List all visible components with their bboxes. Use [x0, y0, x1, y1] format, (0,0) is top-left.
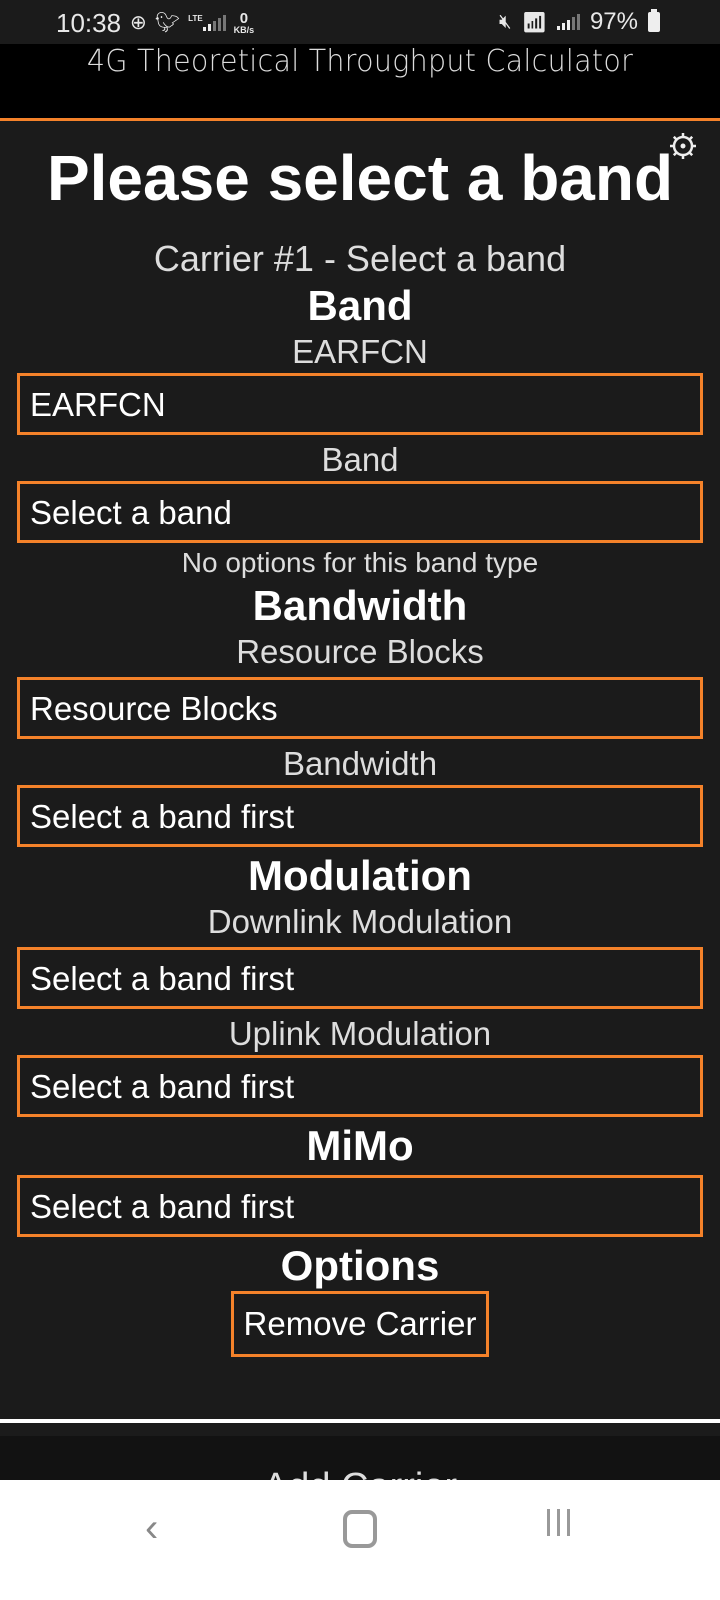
signal-icon [556, 14, 580, 30]
remove-carrier-button[interactable]: Remove Carrier [230, 1291, 490, 1357]
main-content: Please select a band Carrier #1 - Select… [0, 121, 720, 1357]
wifi-icon: 📶︎ [521, 11, 547, 34]
app-header: 4G Theoretical Throughput Calculator [0, 44, 720, 121]
uplink-modulation-label: Uplink Modulation [228, 1015, 492, 1052]
battery-percent: 97% [589, 8, 638, 35]
back-icon[interactable]: ‹ [145, 1506, 158, 1551]
add-carrier-button[interactable]: Add Carrier [0, 1466, 720, 1480]
status-bar: 10:38 ⊕ 🐦︎ LTE 0 KB/s 🔇︎ 📶︎ 97% [0, 0, 720, 44]
lte-signal-icon: LTE [188, 14, 226, 31]
earfcn-label: EARFCN [292, 333, 428, 370]
band-note: No options for this band type [181, 547, 539, 578]
bandwidth-label: Bandwidth [282, 745, 438, 782]
mute-icon: 🔇︎ [498, 10, 512, 33]
home-icon[interactable] [343, 1510, 377, 1548]
downlink-modulation-select[interactable]: Select a band first [17, 947, 703, 1009]
downlink-modulation-label: Downlink Modulation [207, 903, 513, 940]
system-nav-bar: ‹ [0, 1480, 720, 1600]
status-time: 10:38 [56, 8, 122, 38]
divider [0, 1419, 720, 1423]
battery-icon [648, 9, 660, 32]
band-select[interactable]: Select a band [17, 481, 703, 543]
band-label: Band [321, 441, 399, 478]
recent-apps-icon[interactable] [547, 1509, 570, 1536]
twitter-icon: 🐦︎ [154, 12, 181, 34]
modulation-heading: Modulation [248, 852, 472, 899]
bandwidth-heading: Bandwidth [252, 582, 468, 629]
carrier-title: Carrier #1 - Select a band [153, 238, 567, 279]
band-heading: Band [307, 282, 413, 329]
options-heading: Options [280, 1242, 440, 1289]
earfcn-input[interactable]: EARFCN [17, 373, 703, 435]
mimo-select[interactable]: Select a band first [17, 1175, 703, 1237]
resource-blocks-label: Resource Blocks [236, 633, 484, 670]
mimo-heading: MiMo [306, 1122, 414, 1169]
bandwidth-select[interactable]: Select a band first [17, 785, 703, 847]
app-title: 4G Theoretical Throughput Calculator [86, 44, 634, 79]
resource-blocks-input[interactable]: Resource Blocks [17, 677, 703, 739]
page-title: Please select a band [46, 142, 674, 214]
data-rate: 0 KB/s [233, 9, 255, 35]
uplink-modulation-select[interactable]: Select a band first [17, 1055, 703, 1117]
footer: Add Carrier [0, 1436, 720, 1480]
chat-plus-icon: ⊕ [130, 12, 147, 34]
